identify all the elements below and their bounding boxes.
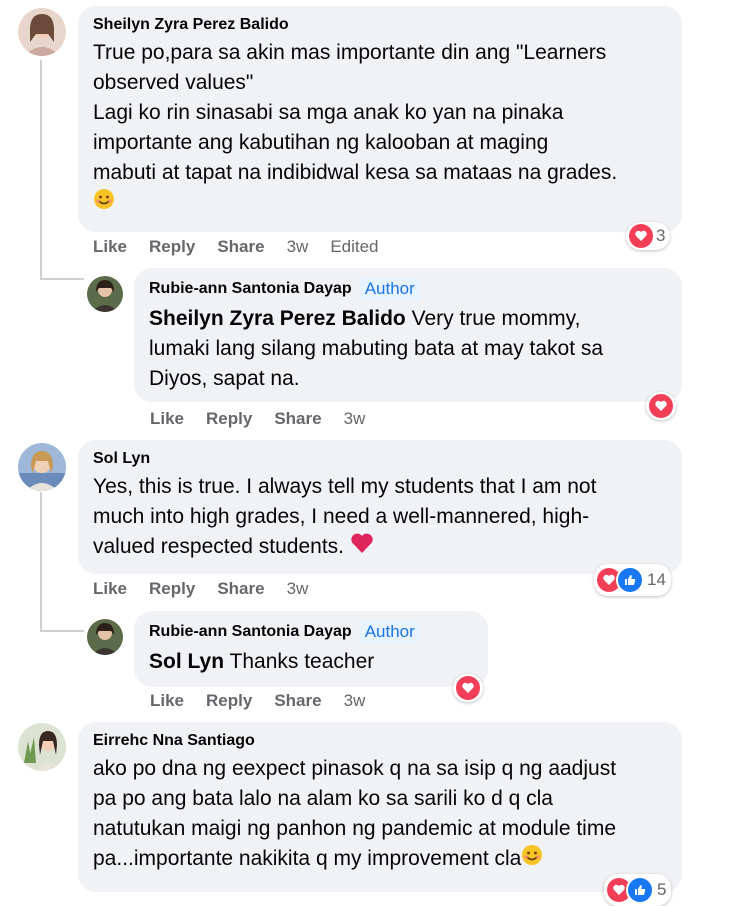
comment-text: True po,para sa akin mas importante din … — [93, 38, 668, 219]
like-reaction-icon — [616, 566, 644, 594]
comment-actions: Like Reply Share 3w — [93, 579, 308, 599]
comment-text: Sheilyn Zyra Perez Balido Very true momm… — [149, 307, 604, 390]
comment-text: Yes, this is true. I always tell my stud… — [93, 472, 668, 563]
share-button[interactable]: Share — [274, 691, 321, 711]
comment-actions: Like Reply Share 3w Edited — [93, 237, 379, 257]
avatar[interactable] — [87, 276, 123, 312]
reaction-summary[interactable] — [453, 674, 483, 702]
comment-text: Sol Lyn Thanks teacher — [149, 650, 375, 673]
thread-line — [40, 630, 84, 632]
like-button[interactable]: Like — [150, 409, 184, 429]
comment-author[interactable]: Sheilyn Zyra Perez Balido — [93, 16, 289, 34]
thread-line — [40, 60, 42, 280]
love-reaction-icon — [456, 676, 480, 700]
like-button[interactable]: Like — [93, 237, 127, 257]
comment-bubble: Rubie-ann Santonia Dayap Author Sheilyn … — [134, 268, 682, 402]
avatar[interactable] — [87, 619, 123, 655]
share-button[interactable]: Share — [217, 579, 264, 599]
timestamp[interactable]: 3w — [344, 409, 366, 429]
edited-label: Edited — [330, 237, 379, 256]
avatar[interactable] — [18, 723, 66, 771]
like-button[interactable]: Like — [150, 691, 184, 711]
avatar[interactable] — [18, 443, 66, 491]
reaction-summary[interactable]: 5 — [604, 874, 672, 906]
love-reaction-icon — [649, 394, 673, 418]
reaction-summary[interactable]: 14 — [594, 564, 671, 596]
smile-emoji — [521, 844, 543, 875]
comment-bubble: Rubie-ann Santonia Dayap Author Sol Lyn … — [134, 611, 488, 687]
mention-link[interactable]: Sol Lyn — [149, 650, 224, 673]
reaction-summary[interactable] — [646, 392, 676, 420]
reply-button[interactable]: Reply — [149, 237, 195, 257]
avatar[interactable] — [18, 8, 66, 56]
comment-text: ako po dna ng eexpect pinasok q na sa is… — [93, 754, 668, 875]
comment-author[interactable]: Sol Lyn — [93, 450, 150, 468]
timestamp[interactable]: 3w — [344, 691, 366, 711]
comment-bubble: Eirrehc Nna Santiago ako po dna ng eexpe… — [78, 722, 682, 892]
reply-button[interactable]: Reply — [149, 579, 195, 599]
smile-emoji — [93, 188, 115, 219]
reply-button[interactable]: Reply — [206, 409, 252, 429]
reply-button[interactable]: Reply — [206, 691, 252, 711]
comment-author[interactable]: Rubie-ann Santonia Dayap — [149, 280, 352, 298]
like-reaction-icon — [626, 876, 654, 904]
timestamp[interactable]: 3w — [287, 237, 309, 257]
thread-line — [40, 278, 84, 280]
share-button[interactable]: Share — [274, 409, 321, 429]
reaction-count: 5 — [657, 880, 667, 899]
reaction-count: 3 — [656, 226, 666, 245]
share-button[interactable]: Share — [217, 237, 264, 257]
author-badge: Author — [359, 621, 420, 643]
comment-bubble: Sol Lyn Yes, this is true. I always tell… — [78, 440, 682, 574]
comment-actions: Like Reply Share 3w — [150, 691, 365, 711]
reaction-count: 14 — [647, 570, 666, 589]
comment-author[interactable]: Eirrehc Nna Santiago — [93, 732, 255, 750]
comment-bubble: Sheilyn Zyra Perez Balido True po,para s… — [78, 6, 682, 232]
mention-link[interactable]: Sheilyn Zyra Perez Balido — [149, 307, 406, 330]
thread-line — [40, 492, 42, 632]
timestamp[interactable]: 3w — [287, 579, 309, 599]
comment-actions: Like Reply Share 3w — [150, 409, 365, 429]
reaction-summary[interactable]: 3 — [626, 222, 671, 250]
comment-author[interactable]: Rubie-ann Santonia Dayap — [149, 623, 352, 641]
red-heart-emoji — [350, 532, 374, 563]
like-button[interactable]: Like — [93, 579, 127, 599]
author-badge: Author — [359, 278, 420, 300]
love-reaction-icon — [629, 224, 653, 248]
